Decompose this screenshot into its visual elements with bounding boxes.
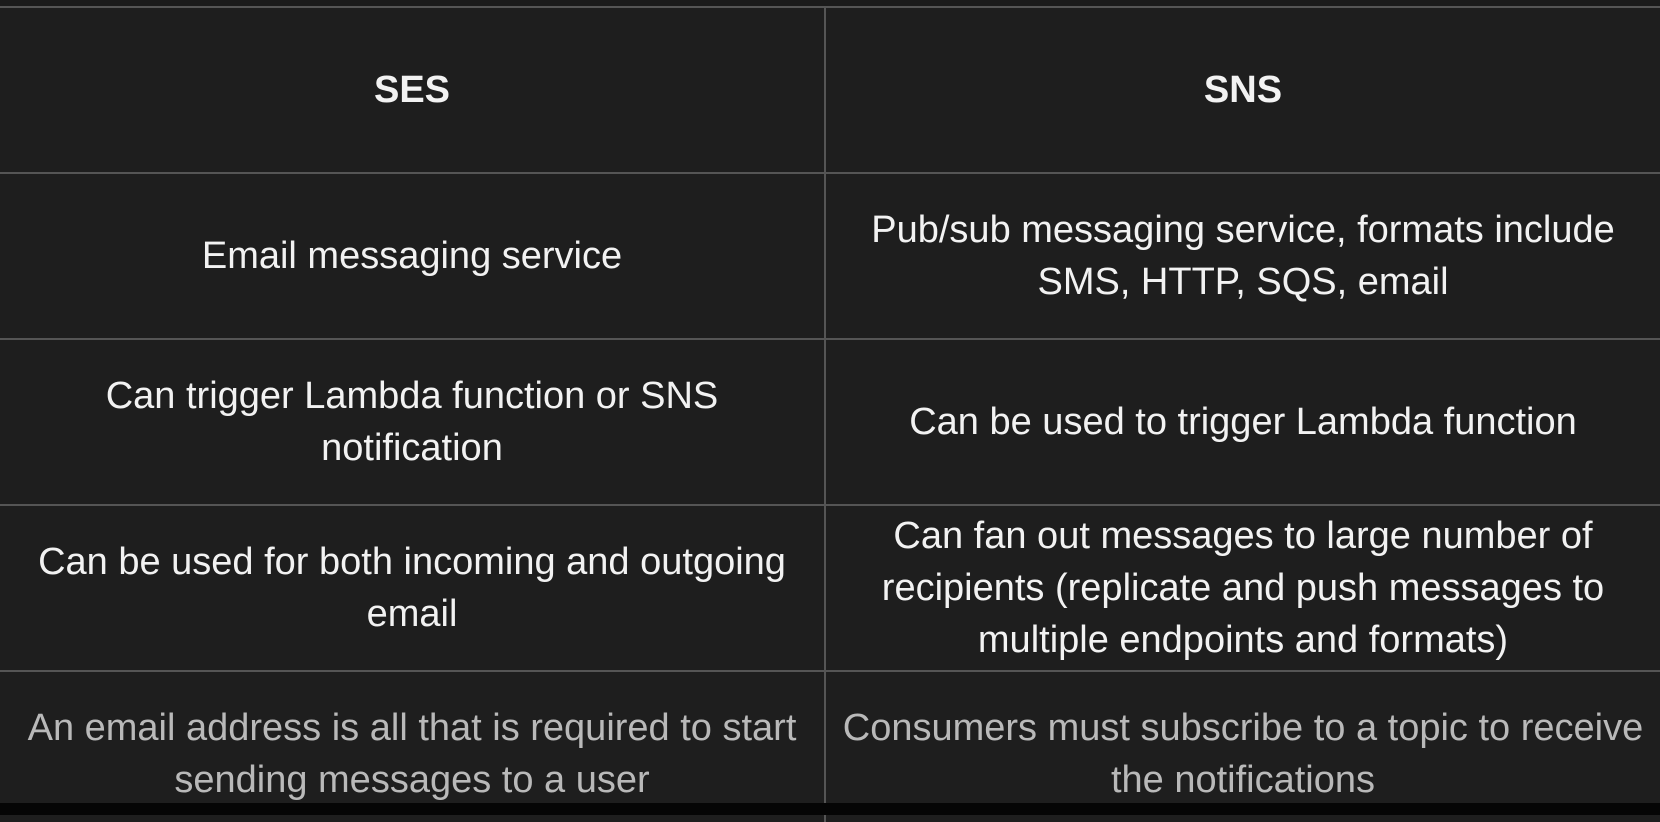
sns-cell: Consumers must subscribe to a topic to r… (826, 672, 1660, 822)
table-row: An email address is all that is required… (0, 672, 1660, 822)
sns-cell: Pub/sub messaging service, formats inclu… (826, 174, 1660, 338)
table-row: Email messaging service Pub/sub messagin… (0, 174, 1660, 340)
header-ses: SES (0, 8, 826, 172)
ses-cell: Email messaging service (0, 174, 826, 338)
sns-cell: Can fan out messages to large number of … (826, 506, 1660, 670)
sns-cell: Can be used to trigger Lambda function (826, 340, 1660, 504)
ses-cell: Can be used for both incoming and outgoi… (0, 506, 826, 670)
table-header-row: SES SNS (0, 8, 1660, 174)
comparison-table: SES SNS Email messaging service Pub/sub … (0, 6, 1660, 822)
ses-cell: An email address is all that is required… (0, 672, 826, 822)
header-sns: SNS (826, 8, 1660, 172)
ses-cell: Can trigger Lambda function or SNS notif… (0, 340, 826, 504)
bottom-edge-bar (0, 803, 1660, 815)
table-row: Can trigger Lambda function or SNS notif… (0, 340, 1660, 506)
table-row: Can be used for both incoming and outgoi… (0, 506, 1660, 672)
